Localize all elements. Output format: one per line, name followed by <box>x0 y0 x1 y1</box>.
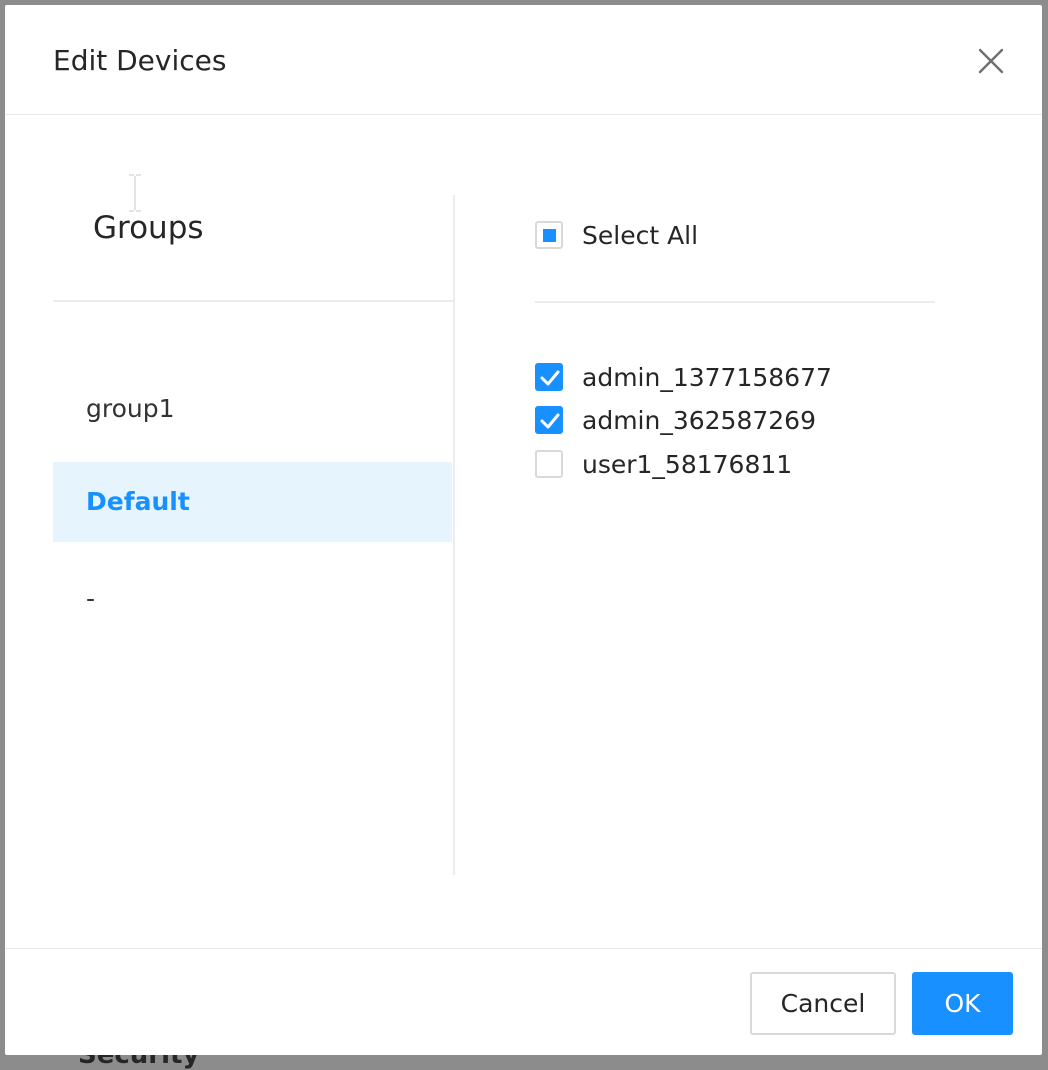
group-item-default[interactable]: Default <box>53 462 452 542</box>
close-button[interactable] <box>970 42 1010 82</box>
checkmark-icon <box>540 370 560 386</box>
checkbox-box[interactable] <box>535 406 563 434</box>
groups-divider <box>53 300 453 302</box>
checkmark-icon <box>540 413 560 429</box>
modal-header: Edit Devices <box>5 5 1042 115</box>
device-checkbox-admin-1377158677[interactable]: admin_1377158677 <box>535 359 832 395</box>
cancel-button[interactable]: Cancel <box>750 972 896 1035</box>
panel-divider <box>453 195 455 875</box>
ok-button[interactable]: OK <box>912 972 1013 1035</box>
select-all-divider <box>535 301 935 303</box>
device-label: admin_362587269 <box>582 405 816 435</box>
modal-footer: Cancel OK <box>5 948 1042 1055</box>
select-all-checkbox[interactable]: Select All <box>535 217 698 253</box>
groups-title: Groups <box>93 210 204 246</box>
select-all-checkbox-box[interactable] <box>535 221 563 249</box>
edit-devices-modal: Edit Devices Groups group1 Default - Sel… <box>5 5 1042 1055</box>
device-label: admin_1377158677 <box>582 362 832 392</box>
device-label: user1_58176811 <box>582 449 793 479</box>
group-item-dash[interactable]: - <box>53 559 452 639</box>
select-all-label: Select All <box>582 220 699 250</box>
checkbox-box[interactable] <box>535 363 563 391</box>
device-checkbox-admin-362587269[interactable]: admin_362587269 <box>535 402 816 438</box>
group-item-group1[interactable]: group1 <box>53 369 452 449</box>
modal-title: Edit Devices <box>53 44 227 77</box>
close-icon <box>978 48 1004 74</box>
checkbox-box[interactable] <box>535 450 563 478</box>
device-checkbox-user1-58176811[interactable]: user1_58176811 <box>535 446 792 482</box>
